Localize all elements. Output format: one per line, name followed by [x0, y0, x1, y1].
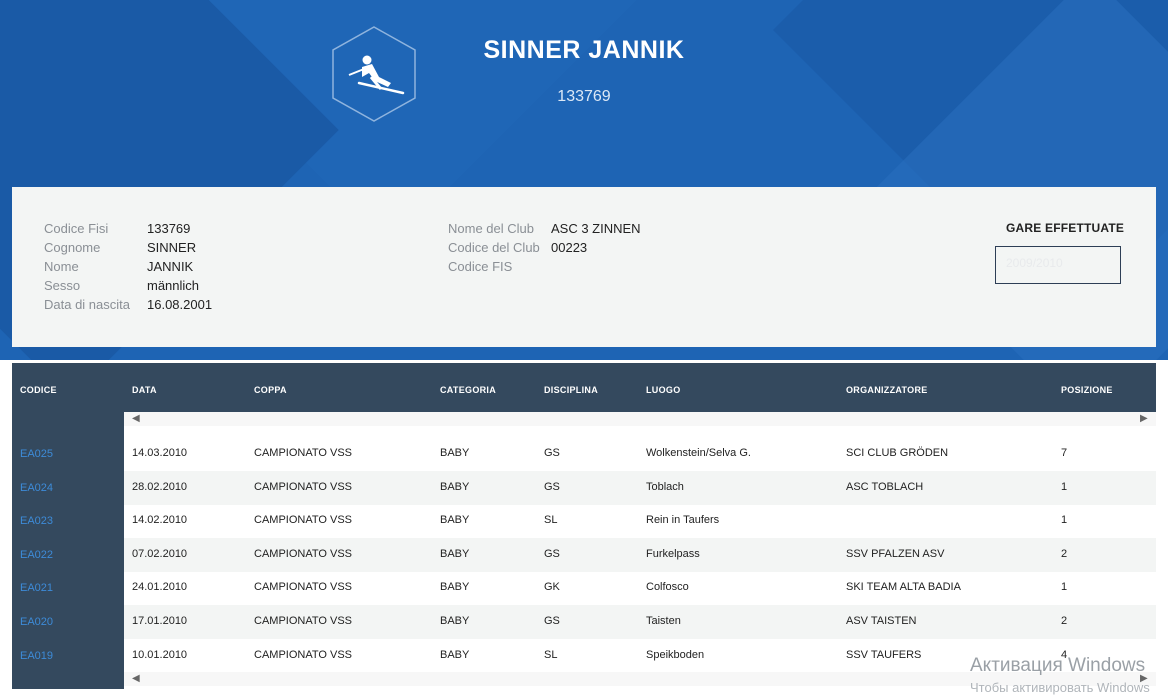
cell-luogo: Taisten: [646, 615, 681, 627]
cell-organizzatore: SCI CLUB GRÖDEN: [846, 447, 949, 459]
cell-luogo: Toblach: [646, 481, 684, 493]
column-header-organizzatore[interactable]: ORGANIZZATORE: [846, 385, 928, 395]
horizontal-scrollbar-top[interactable]: ◀ ▶: [124, 412, 1156, 426]
cell-coppa: CAMPIONATO VSS: [254, 481, 353, 493]
cell-data: 28.02.2010: [132, 481, 188, 493]
codice-link-ea023[interactable]: EA023: [20, 515, 53, 527]
cell-data: 14.03.2010: [132, 447, 188, 459]
info-value-nome: JANNIK: [147, 259, 194, 274]
cell-coppa: CAMPIONATO VSS: [254, 615, 353, 627]
cell-organizzatore: SSV PFALZEN ASV: [846, 548, 945, 560]
cell-disciplina: SL: [544, 514, 558, 526]
cell-organizzatore: ASC TOBLACH: [846, 481, 924, 493]
windows-activation-hint: Чтобы активировать Windows: [970, 680, 1150, 695]
cell-data: 07.02.2010: [132, 548, 188, 560]
cell-organizzatore: SKI TEAM ALTA BADIA: [846, 581, 961, 593]
info-label-sesso: Sesso: [44, 278, 81, 293]
table-row: 14.03.2010 CAMPIONATO VSS BABY GS Wolken…: [124, 437, 1156, 471]
table-row: 14.02.2010 CAMPIONATO VSS BABY SL Rein i…: [124, 504, 1156, 538]
cell-organizzatore: ASV TAISTEN: [846, 615, 917, 627]
scroll-right-icon[interactable]: ▶: [1140, 413, 1148, 424]
scroll-left-icon[interactable]: ◀: [132, 673, 140, 684]
cell-posizione: 1: [1061, 481, 1068, 493]
cell-disciplina: GK: [544, 581, 560, 593]
athlete-name: SINNER JANNIK: [483, 36, 685, 64]
column-header-posizione[interactable]: POSIZIONE: [1061, 385, 1113, 395]
column-header-codice[interactable]: CODICE: [20, 385, 57, 395]
info-label-codice-club: Codice del Club: [448, 240, 540, 255]
cell-posizione: 2: [1061, 548, 1068, 560]
cell-data: 10.01.2010: [132, 649, 188, 661]
cell-luogo: Rein in Taufers: [646, 514, 720, 526]
codice-link-ea020[interactable]: EA020: [20, 616, 53, 628]
gare-effettuate-title: GARE EFFETTUATE: [1006, 221, 1125, 235]
cell-categoria: BABY: [440, 514, 470, 526]
codice-link-ea021[interactable]: EA021: [20, 582, 53, 594]
column-header-luogo[interactable]: LUOGO: [646, 385, 681, 395]
cell-categoria: BABY: [440, 447, 470, 459]
info-value-codice-fisi: 133769: [147, 221, 191, 236]
results-table: CODICE DATA COPPA CATEGORIA DISCIPLINA L…: [12, 363, 1156, 689]
cell-disciplina: SL: [544, 649, 558, 661]
cell-luogo: Speikboden: [646, 649, 705, 661]
cell-luogo: Wolkenstein/Selva G.: [646, 447, 751, 459]
cell-disciplina: GS: [544, 447, 560, 459]
cell-posizione: 7: [1061, 447, 1068, 459]
athlete-info-card: Codice Fisi 133769 Cognome SINNER Nome J…: [12, 187, 1156, 347]
cell-luogo: Colfosco: [646, 581, 689, 593]
codice-link-ea024[interactable]: EA024: [20, 482, 53, 494]
cell-coppa: CAMPIONATO VSS: [254, 514, 353, 526]
codice-link-ea022[interactable]: EA022: [20, 549, 53, 561]
table-header: CODICE DATA COPPA CATEGORIA DISCIPLINA L…: [12, 363, 1156, 412]
codice-link-ea025[interactable]: EA025: [20, 448, 53, 460]
table-row: 24.01.2010 CAMPIONATO VSS BABY GK Colfos…: [124, 571, 1156, 605]
info-label-club: Nome del Club: [448, 221, 534, 236]
cell-posizione: 1: [1061, 581, 1068, 593]
info-value-data-nascita: 16.08.2001: [147, 297, 213, 312]
athlete-code: 133769: [557, 88, 611, 105]
scroll-left-icon[interactable]: ◀: [132, 413, 140, 424]
table-row: 17.01.2010 CAMPIONATO VSS BABY GS Taiste…: [124, 605, 1156, 639]
column-header-data[interactable]: DATA: [132, 385, 157, 395]
cell-categoria: BABY: [440, 481, 470, 493]
cell-coppa: CAMPIONATO VSS: [254, 581, 353, 593]
cell-data: 14.02.2010: [132, 514, 188, 526]
table-row: 28.02.2010 CAMPIONATO VSS BABY GS Toblac…: [124, 471, 1156, 505]
cell-disciplina: GS: [544, 615, 560, 627]
cell-organizzatore: SSV TAUFERS: [846, 649, 922, 661]
info-label-nome: Nome: [44, 259, 79, 274]
cell-categoria: BABY: [440, 615, 470, 627]
cell-posizione: 2: [1061, 615, 1068, 627]
info-value-codice-club: 00223: [551, 240, 588, 255]
info-label-codice-fisi: Codice Fisi: [44, 221, 109, 236]
column-header-disciplina[interactable]: DISCIPLINA: [544, 385, 598, 395]
cell-coppa: CAMPIONATO VSS: [254, 548, 353, 560]
info-value-sesso: männlich: [147, 278, 200, 293]
season-select[interactable]: 2009/2010: [995, 246, 1121, 284]
windows-activation-watermark: Активация Windows: [970, 655, 1146, 676]
cell-categoria: BABY: [440, 581, 470, 593]
cell-luogo: Furkelpass: [646, 548, 700, 560]
codice-link-ea019[interactable]: EA019: [20, 650, 53, 662]
column-header-coppa[interactable]: COPPA: [254, 385, 287, 395]
info-label-data-nascita: Data di nascita: [44, 297, 130, 312]
cell-data: 17.01.2010: [132, 615, 188, 627]
cell-disciplina: GS: [544, 548, 560, 560]
info-label-cognome: Cognome: [44, 240, 101, 255]
info-value-cognome: SINNER: [147, 240, 197, 255]
cell-categoria: BABY: [440, 548, 470, 560]
cell-categoria: BABY: [440, 649, 470, 661]
info-label-codice-fis: Codice FIS: [448, 259, 513, 274]
info-value-club: ASC 3 ZINNEN: [551, 221, 641, 236]
table-row: 07.02.2010 CAMPIONATO VSS BABY GS Furkel…: [124, 538, 1156, 572]
cell-disciplina: GS: [544, 481, 560, 493]
cell-coppa: CAMPIONATO VSS: [254, 447, 353, 459]
cell-data: 24.01.2010: [132, 581, 188, 593]
cell-coppa: CAMPIONATO VSS: [254, 649, 353, 661]
column-header-categoria[interactable]: CATEGORIA: [440, 385, 496, 395]
cell-posizione: 1: [1061, 514, 1068, 526]
